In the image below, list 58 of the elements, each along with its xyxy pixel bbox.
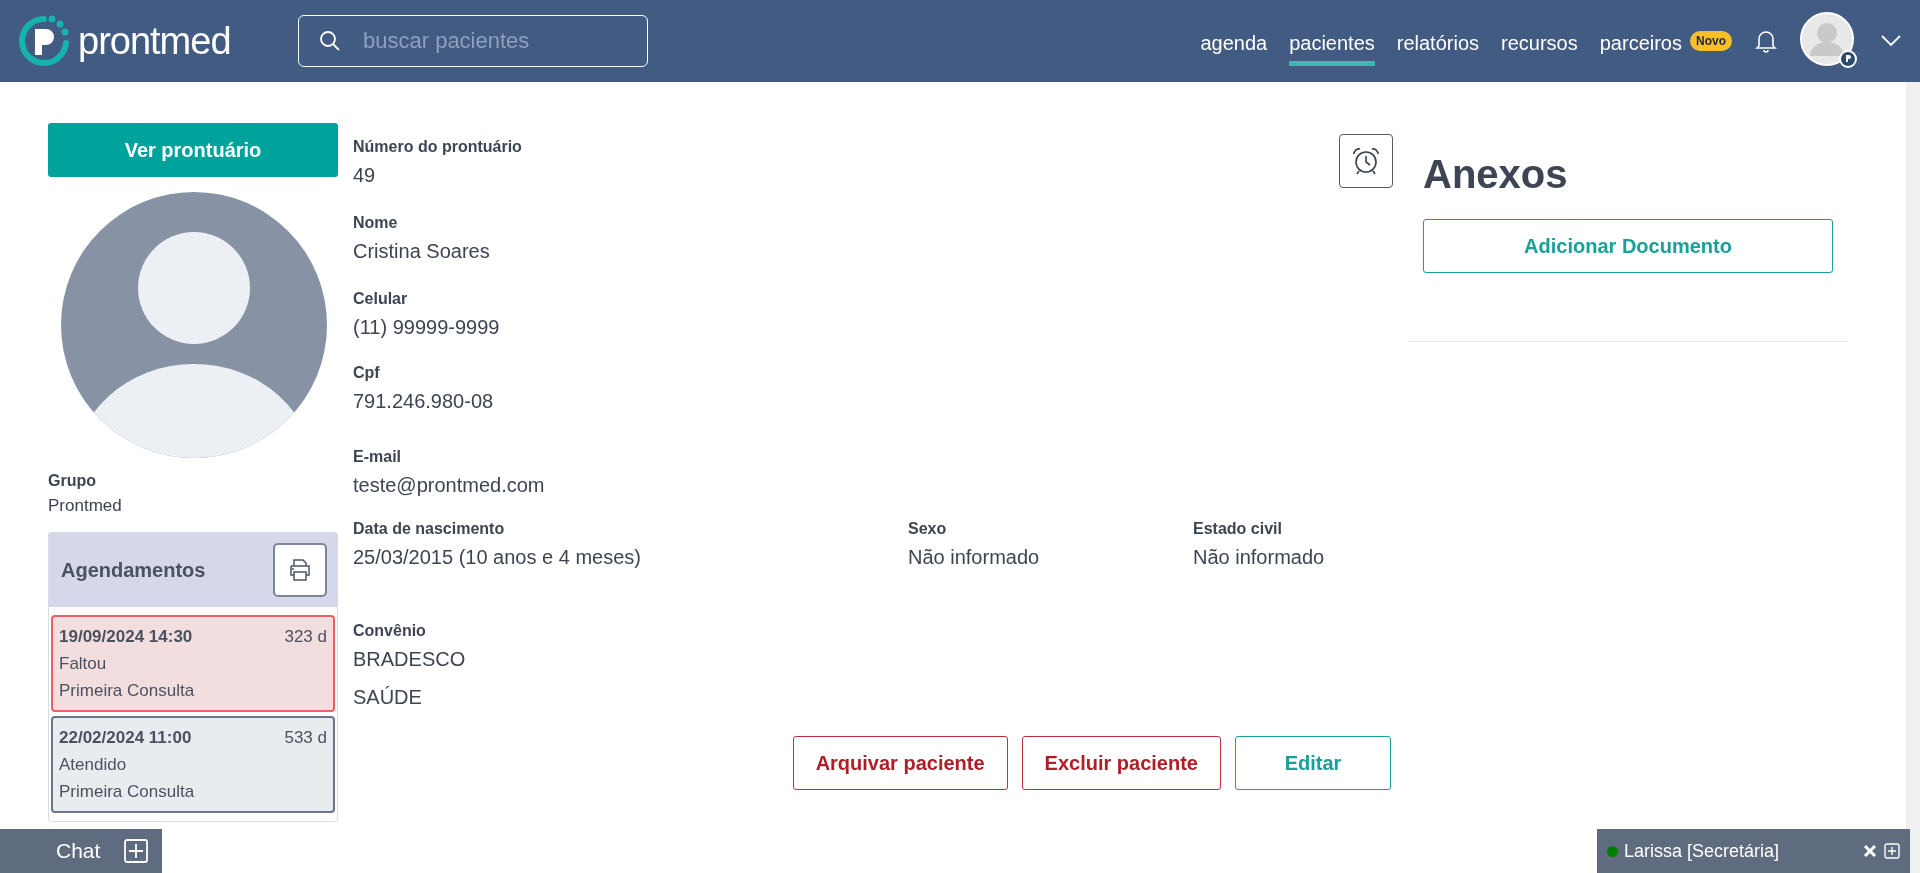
field-value: Prontmed — [48, 496, 123, 516]
field-label: Convênio — [353, 622, 427, 640]
field-label: Data de nascimento — [353, 520, 506, 538]
field-label: Grupo — [48, 472, 97, 490]
appointment-status: Faltou — [59, 653, 108, 675]
field-value: Não informado — [908, 545, 1041, 570]
print-button[interactable] — [273, 543, 327, 597]
appointment-datetime: 19/09/2024 14:30 — [59, 626, 193, 648]
chat-label: Chat — [56, 839, 101, 863]
close-icon[interactable] — [1862, 843, 1878, 859]
field-label: Sexo — [908, 520, 948, 538]
panel-title: Agendamentos — [61, 558, 206, 582]
field-value: BRADESCO SAÚDE — [353, 647, 467, 710]
user-chat-bar[interactable]: Larissa [Secretária] — [1597, 829, 1910, 873]
new-badge: Novo — [1690, 31, 1732, 51]
printer-icon — [287, 557, 313, 583]
appointment-type: Primeira Consulta — [59, 680, 196, 702]
field-value: Não informado — [1193, 545, 1326, 570]
field-value: 49 — [353, 163, 377, 188]
field-label: Número do prontuário — [353, 138, 523, 156]
logo-text[interactable]: prontmed — [78, 19, 231, 63]
user-name: Larissa [Secretária] — [1624, 840, 1781, 862]
field-value: teste@prontmed.com — [353, 473, 546, 498]
field-label: Estado civil — [1193, 520, 1283, 538]
nav-link[interactable]: agenda — [1200, 24, 1268, 66]
field-label: E-mail — [353, 448, 402, 466]
chevron-down-icon[interactable] — [1880, 34, 1902, 48]
field-value: 791.246.980-08 — [353, 389, 495, 414]
field-label: Celular — [353, 290, 409, 308]
danger-button[interactable]: Excluir paciente — [1021, 736, 1221, 790]
appointment-card[interactable]: 22/02/2024 11:00 533 d Atendido Primeira Consulta — [51, 716, 335, 813]
field-label: Cpf — [353, 364, 381, 382]
expand-icon[interactable] — [1884, 843, 1900, 859]
nav-link[interactable]: parceiros — [1599, 24, 1682, 66]
search-field[interactable]: buscar pacientes — [298, 15, 648, 67]
reminder-button[interactable] — [1339, 134, 1393, 188]
nav-link[interactable]: recursos — [1501, 24, 1578, 66]
notification-bell-icon[interactable] — [1754, 28, 1778, 54]
appointment-card[interactable]: 19/09/2024 14:30 323 d Faltou Primeira Consulta — [51, 615, 335, 712]
days-ago: 533 d — [284, 727, 327, 749]
field-value: 25/03/2015 (10 anos e 4 meses) — [353, 545, 642, 570]
chat-bar[interactable]: Chat — [0, 829, 162, 873]
appointment-datetime: 22/02/2024 11:00 — [59, 727, 192, 749]
appointment-status: Atendido — [59, 754, 128, 776]
user-avatar-icon[interactable] — [1800, 12, 1858, 70]
section-title: Anexos — [1423, 152, 1569, 197]
field-value: Cristina Soares — [353, 239, 491, 264]
add-icon[interactable] — [124, 839, 149, 863]
nav-link[interactable]: pacientes — [1289, 24, 1375, 66]
field-value: (11) 99999-9999 — [353, 315, 501, 340]
field-label: Nome — [353, 214, 399, 232]
alarm-clock-icon — [1350, 145, 1382, 177]
nav-link[interactable]: relatórios — [1396, 24, 1480, 66]
danger-button[interactable]: Arquivar paciente — [792, 736, 1008, 790]
logo-icon — [16, 13, 72, 69]
appointment-type: Primeira Consulta — [59, 781, 196, 803]
search-icon — [318, 29, 342, 53]
days-ago: 323 d — [284, 626, 327, 648]
